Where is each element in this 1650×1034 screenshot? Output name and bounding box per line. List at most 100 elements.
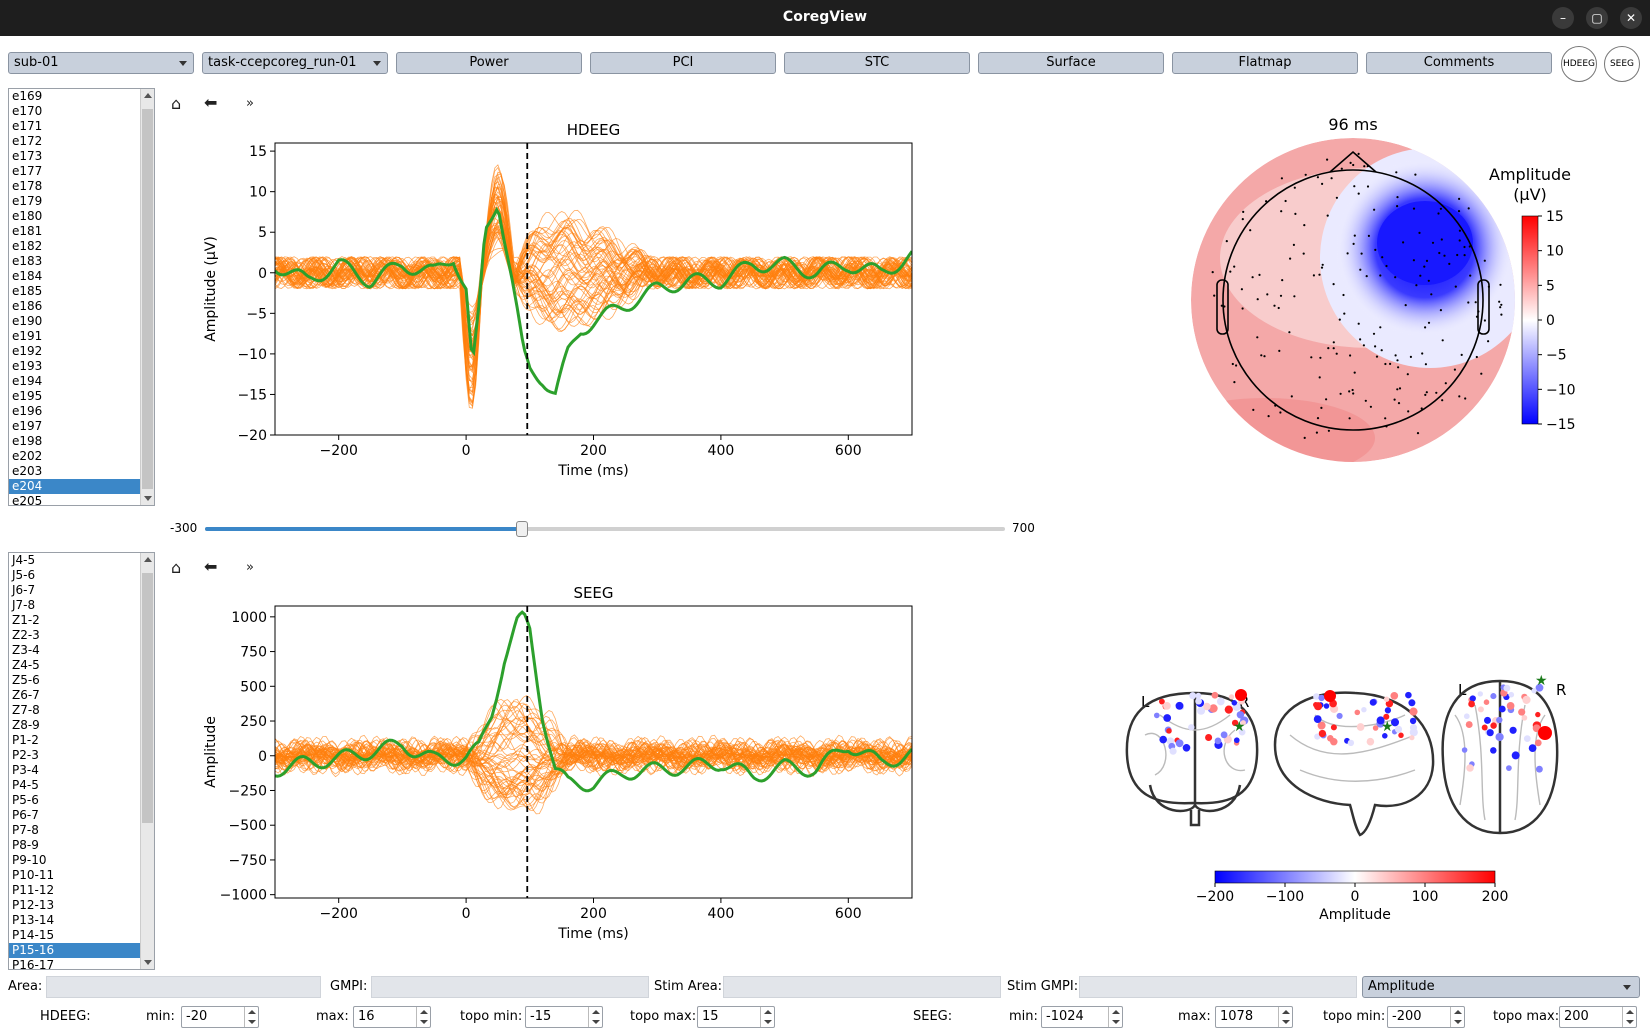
channel-item[interactable]: e182 [9, 239, 141, 254]
spin-arrows-icon[interactable] [244, 1007, 258, 1027]
seeg-topo-max-input[interactable]: 200 [1559, 1006, 1637, 1028]
slider-handle[interactable] [515, 521, 528, 537]
hdeeg-min-input[interactable]: -20 [181, 1006, 259, 1028]
scroll-down-icon[interactable] [144, 496, 152, 501]
channel-item[interactable]: e179 [9, 194, 141, 209]
spin-arrows-icon[interactable] [1278, 1007, 1292, 1027]
channel-item[interactable]: e190 [9, 314, 141, 329]
channel-item[interactable]: P7-8 [9, 823, 141, 838]
spin-arrows-icon[interactable] [1108, 1007, 1122, 1027]
channel-item[interactable]: e195 [9, 389, 141, 404]
seeg-max-input[interactable]: 1078 [1215, 1006, 1293, 1028]
time-slider[interactable] [205, 521, 1005, 537]
back-arrow-icon[interactable]: ⬅ [204, 557, 217, 576]
pci-button[interactable]: PCI [590, 52, 776, 74]
scroll-thumb[interactable] [142, 109, 153, 489]
channel-item[interactable]: P10-11 [9, 868, 141, 883]
channel-item[interactable]: Z1-2 [9, 613, 141, 628]
home-icon[interactable]: ⌂ [171, 94, 181, 113]
channel-item[interactable]: P11-12 [9, 883, 141, 898]
channel-item[interactable]: J6-7 [9, 583, 141, 598]
channel-item[interactable]: e170 [9, 104, 141, 119]
seeg-min-input[interactable]: -1024 [1041, 1006, 1123, 1028]
channel-item[interactable]: Z3-4 [9, 643, 141, 658]
channel-item[interactable]: J4-5 [9, 553, 141, 568]
task-select[interactable]: task-ccepcoreg_run-01 [202, 52, 388, 74]
channel-item[interactable]: e177 [9, 164, 141, 179]
seeg-button[interactable]: SEEG [1604, 46, 1640, 82]
scroll-thumb[interactable] [142, 573, 153, 823]
spin-arrows-icon[interactable] [1450, 1007, 1464, 1027]
hdeeg-button[interactable]: HDEEG [1561, 46, 1597, 82]
gmpi-field[interactable] [371, 976, 649, 998]
channel-item[interactable]: P9-10 [9, 853, 141, 868]
close-icon[interactable]: ✕ [1620, 7, 1642, 29]
scroll-down-icon[interactable] [144, 960, 152, 965]
scroll-up-icon[interactable] [144, 93, 152, 98]
hdeeg-max-input[interactable]: 16 [353, 1006, 431, 1028]
channel-item[interactable]: e180 [9, 209, 141, 224]
channel-item[interactable]: e194 [9, 374, 141, 389]
channel-item[interactable]: Z2-3 [9, 628, 141, 643]
spin-arrows-icon[interactable] [416, 1007, 430, 1027]
surface-button[interactable]: Surface [978, 52, 1164, 74]
channel-item[interactable]: e185 [9, 284, 141, 299]
channel-item[interactable]: P6-7 [9, 808, 141, 823]
channel-item[interactable]: e178 [9, 179, 141, 194]
seeg-list-scrollbar[interactable] [140, 553, 154, 969]
home-icon[interactable]: ⌂ [171, 558, 181, 577]
hdeeg-list-scrollbar[interactable] [140, 89, 154, 505]
channel-item[interactable]: e205 [9, 494, 141, 505]
channel-item[interactable]: Z5-6 [9, 673, 141, 688]
channel-item[interactable]: e204 [9, 479, 141, 494]
channel-item[interactable]: J5-6 [9, 568, 141, 583]
channel-item[interactable]: e181 [9, 224, 141, 239]
channel-item[interactable]: e203 [9, 464, 141, 479]
channel-item[interactable]: e193 [9, 359, 141, 374]
spin-arrows-icon[interactable] [1622, 1007, 1636, 1027]
seeg-topo-min-input[interactable]: -200 [1387, 1006, 1465, 1028]
channel-item[interactable]: P2-3 [9, 748, 141, 763]
hdeeg-topo-min-input[interactable]: -15 [525, 1006, 603, 1028]
channel-item[interactable]: e202 [9, 449, 141, 464]
channel-item[interactable]: J7-8 [9, 598, 141, 613]
channel-item[interactable]: Z6-7 [9, 688, 141, 703]
maximize-icon[interactable]: ▢ [1586, 7, 1608, 29]
channel-item[interactable]: e196 [9, 404, 141, 419]
back-arrow-icon[interactable]: ⬅ [204, 93, 217, 112]
stim-area-field[interactable] [723, 976, 1001, 998]
channel-item[interactable]: e184 [9, 269, 141, 284]
channel-item[interactable]: P13-14 [9, 913, 141, 928]
channel-item[interactable]: P8-9 [9, 838, 141, 853]
scroll-up-icon[interactable] [144, 557, 152, 562]
mode-select[interactable]: Amplitude [1362, 976, 1640, 998]
channel-item[interactable]: P5-6 [9, 793, 141, 808]
channel-item[interactable]: Z4-5 [9, 658, 141, 673]
hdeeg-topo-max-input[interactable]: 15 [697, 1006, 775, 1028]
channel-item[interactable]: e172 [9, 134, 141, 149]
channel-item[interactable]: P4-5 [9, 778, 141, 793]
channel-item[interactable]: P3-4 [9, 763, 141, 778]
channel-item[interactable]: P15-16 [9, 943, 141, 958]
channel-item[interactable]: e191 [9, 329, 141, 344]
channel-item[interactable]: e197 [9, 419, 141, 434]
hdeeg-channel-list[interactable]: e169 e170 e171 e172 e173 e177 e178 e179 e180 e181… [8, 88, 155, 506]
area-field[interactable] [46, 976, 321, 998]
channel-item[interactable]: e192 [9, 344, 141, 359]
flatmap-button[interactable]: Flatmap [1172, 52, 1358, 74]
subject-select[interactable]: sub-01 [8, 52, 194, 74]
channel-item[interactable]: Z7-8 [9, 703, 141, 718]
comments-button[interactable]: Comments [1366, 52, 1552, 74]
channel-item[interactable]: e198 [9, 434, 141, 449]
power-button[interactable]: Power [396, 52, 582, 74]
more-icon[interactable]: » [246, 560, 254, 575]
channel-item[interactable]: P16-17 [9, 958, 141, 969]
channel-item[interactable]: e186 [9, 299, 141, 314]
channel-item[interactable]: Z8-9 [9, 718, 141, 733]
spin-arrows-icon[interactable] [588, 1007, 602, 1027]
seeg-channel-list[interactable]: J4-5 J5-6 J6-7 J7-8 Z1-2 Z2-3 Z3-4 Z4-5 Z5-6 Z6-7… [8, 552, 155, 970]
more-icon[interactable]: » [246, 96, 254, 111]
channel-item[interactable]: e173 [9, 149, 141, 164]
channel-item[interactable]: P1-2 [9, 733, 141, 748]
stim-gmpi-field[interactable] [1079, 976, 1357, 998]
